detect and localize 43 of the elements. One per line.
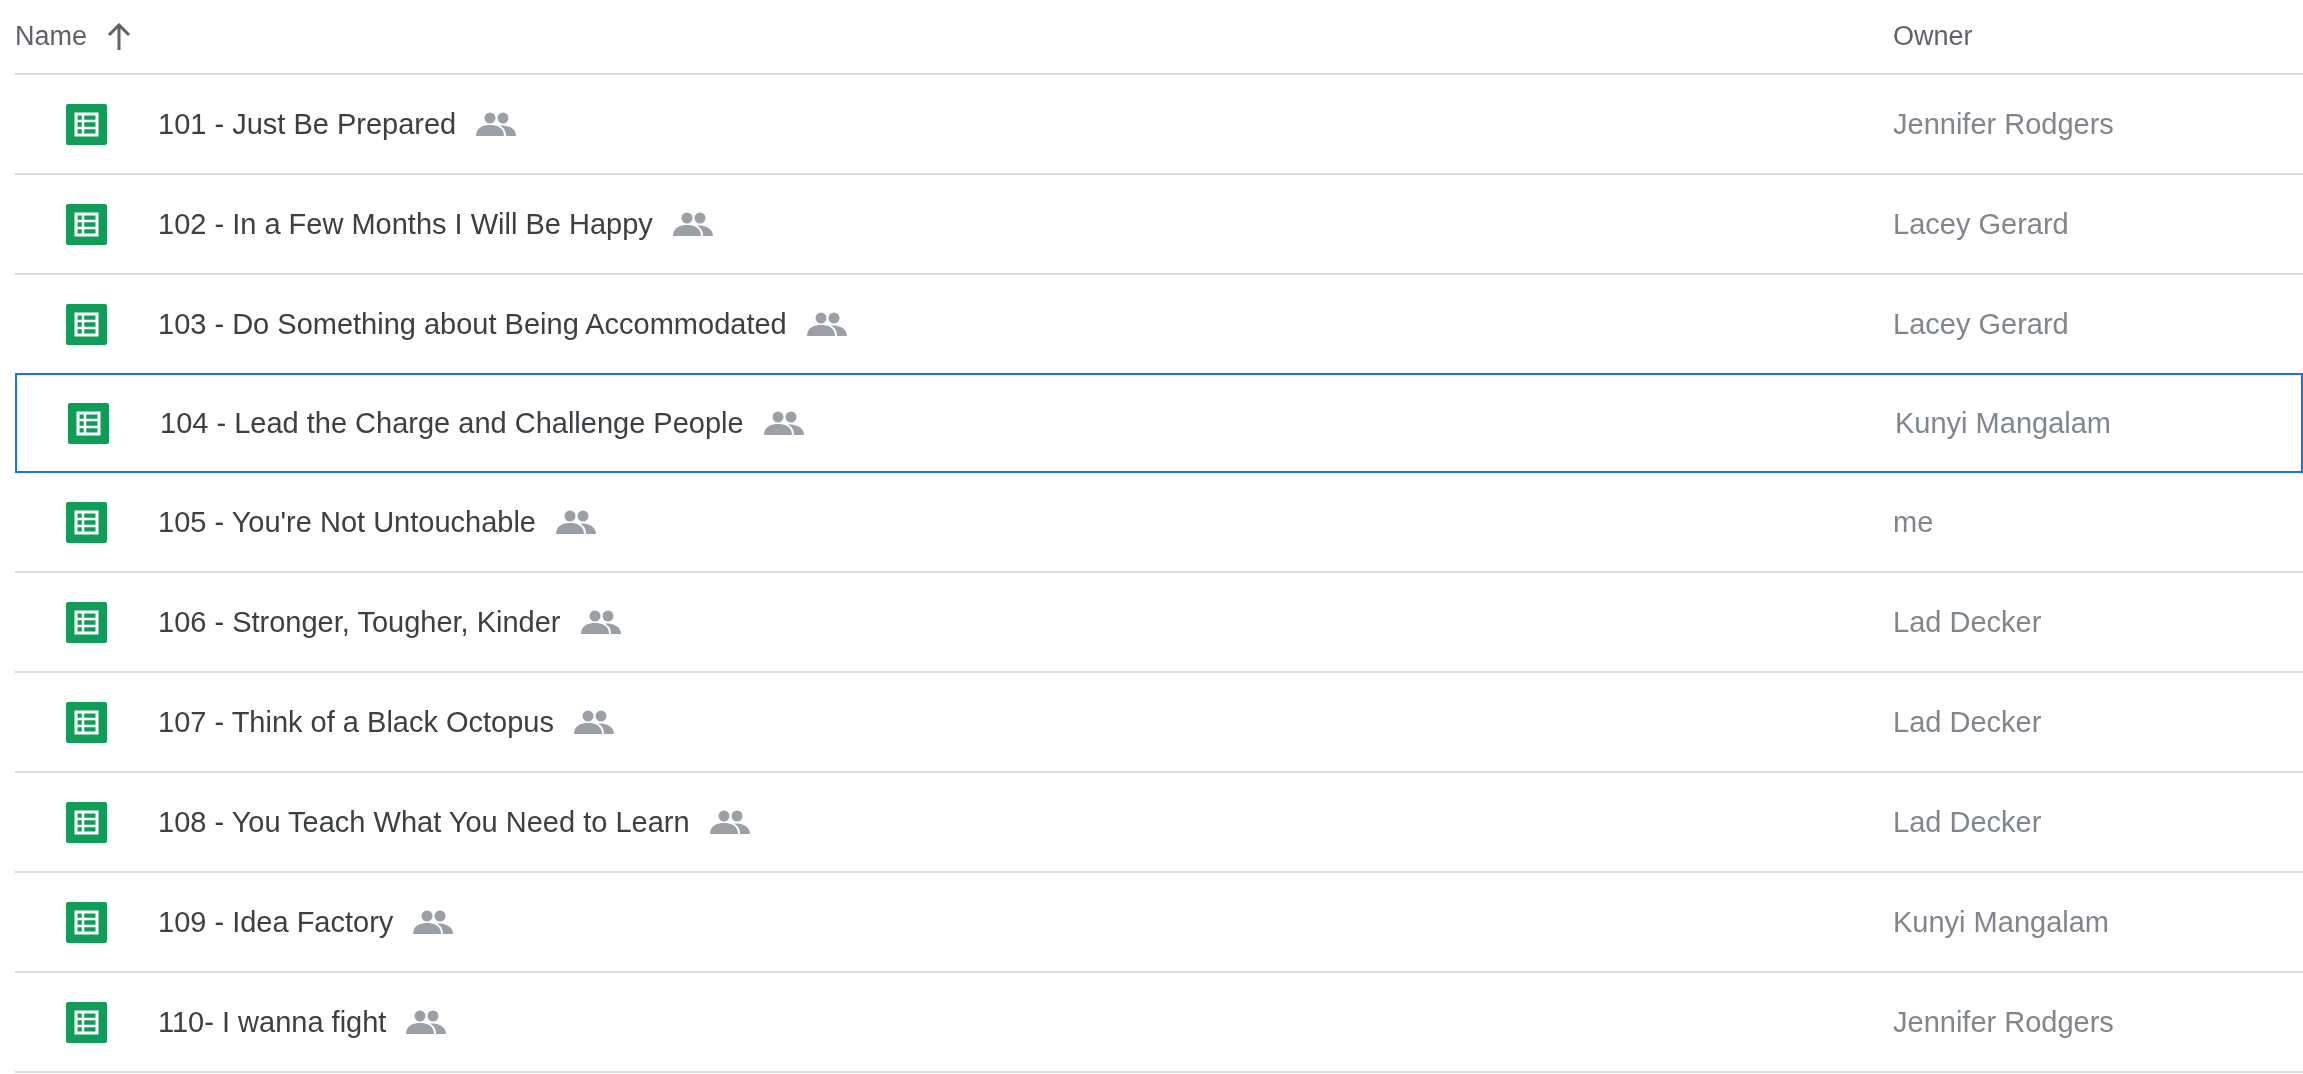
file-name: 110- I wanna fight: [158, 1005, 387, 1039]
file-name: 105 - You're Not Untouchable: [158, 505, 536, 539]
spreadsheet-icon: [66, 501, 107, 543]
file-name: 104 - Lead the Charge and Challenge People: [160, 406, 744, 440]
file-row[interactable]: 105 - You're Not Untouchable me: [15, 473, 2303, 573]
file-row[interactable]: 110- I wanna fight Jennifer Rodgers: [15, 973, 2303, 1073]
file-row[interactable]: 101 - Just Be Prepared Jennifer Rodgers: [15, 75, 2303, 175]
spreadsheet-icon: [66, 303, 107, 345]
owner-name: Lad Decker: [1893, 805, 2042, 839]
arrow-up-icon[interactable]: [107, 22, 132, 51]
file-row[interactable]: 104 - Lead the Charge and Challenge People Kunyi Mangalam: [15, 373, 2303, 473]
column-header[interactable]: Name: [15, 21, 88, 52]
file-name: 102 - In a Few Months I Will Be Happy: [158, 207, 653, 241]
file-name: 101 - Just Be Prepared: [158, 107, 457, 141]
spreadsheet-icon: [66, 701, 107, 743]
spreadsheet-icon: [66, 203, 107, 245]
owner-name: Lacey Gerard: [1893, 207, 2069, 241]
owner-name: Kunyi Mangalam: [1895, 406, 2111, 440]
file-name: 106 - Stronger, Tougher, Kinder: [158, 605, 561, 639]
file-name: 103 - Do Something about Being Accommodated: [158, 307, 787, 341]
owner-name: Lad Decker: [1893, 605, 2042, 639]
file-row[interactable]: 103 - Do Something about Being Accommodated Lacey Gerard: [15, 275, 2303, 375]
file-name: 107 - Think of a Black Octopus: [158, 705, 554, 739]
spreadsheet-icon: [66, 1001, 107, 1043]
file-row[interactable]: 107 - Think of a Black Octopus Lad Decker: [15, 673, 2303, 773]
file-name: 108 - You Teach What You Need to Learn: [158, 805, 690, 839]
file-row[interactable]: 106 - Stronger, Tougher, Kinder Lad Decker: [15, 573, 2303, 673]
file-row[interactable]: 108 - You Teach What You Need to Learn Lad Decker: [15, 773, 2303, 873]
spreadsheet-icon: [66, 901, 107, 943]
spreadsheet-icon: [66, 103, 107, 145]
file-row[interactable]: 109 - Idea Factory Kunyi Mangalam: [15, 873, 2303, 973]
owner-name: Jennifer Rodgers: [1893, 1005, 2114, 1039]
column-header[interactable]: Owner: [1893, 21, 1973, 52]
file-row[interactable]: 102 - In a Few Months I Will Be Happy Lacey Gerard: [15, 175, 2303, 275]
owner-name: me: [1893, 505, 1934, 539]
file-name: 109 - Idea Factory: [158, 905, 394, 939]
owner-name: Kunyi Mangalam: [1893, 905, 2109, 939]
spreadsheet-icon: [66, 601, 107, 643]
spreadsheet-icon: [66, 801, 107, 843]
owner-name: Lacey Gerard: [1893, 307, 2069, 341]
owner-name: Lad Decker: [1893, 705, 2042, 739]
spreadsheet-icon: [68, 402, 109, 444]
owner-name: Jennifer Rodgers: [1893, 107, 2114, 141]
